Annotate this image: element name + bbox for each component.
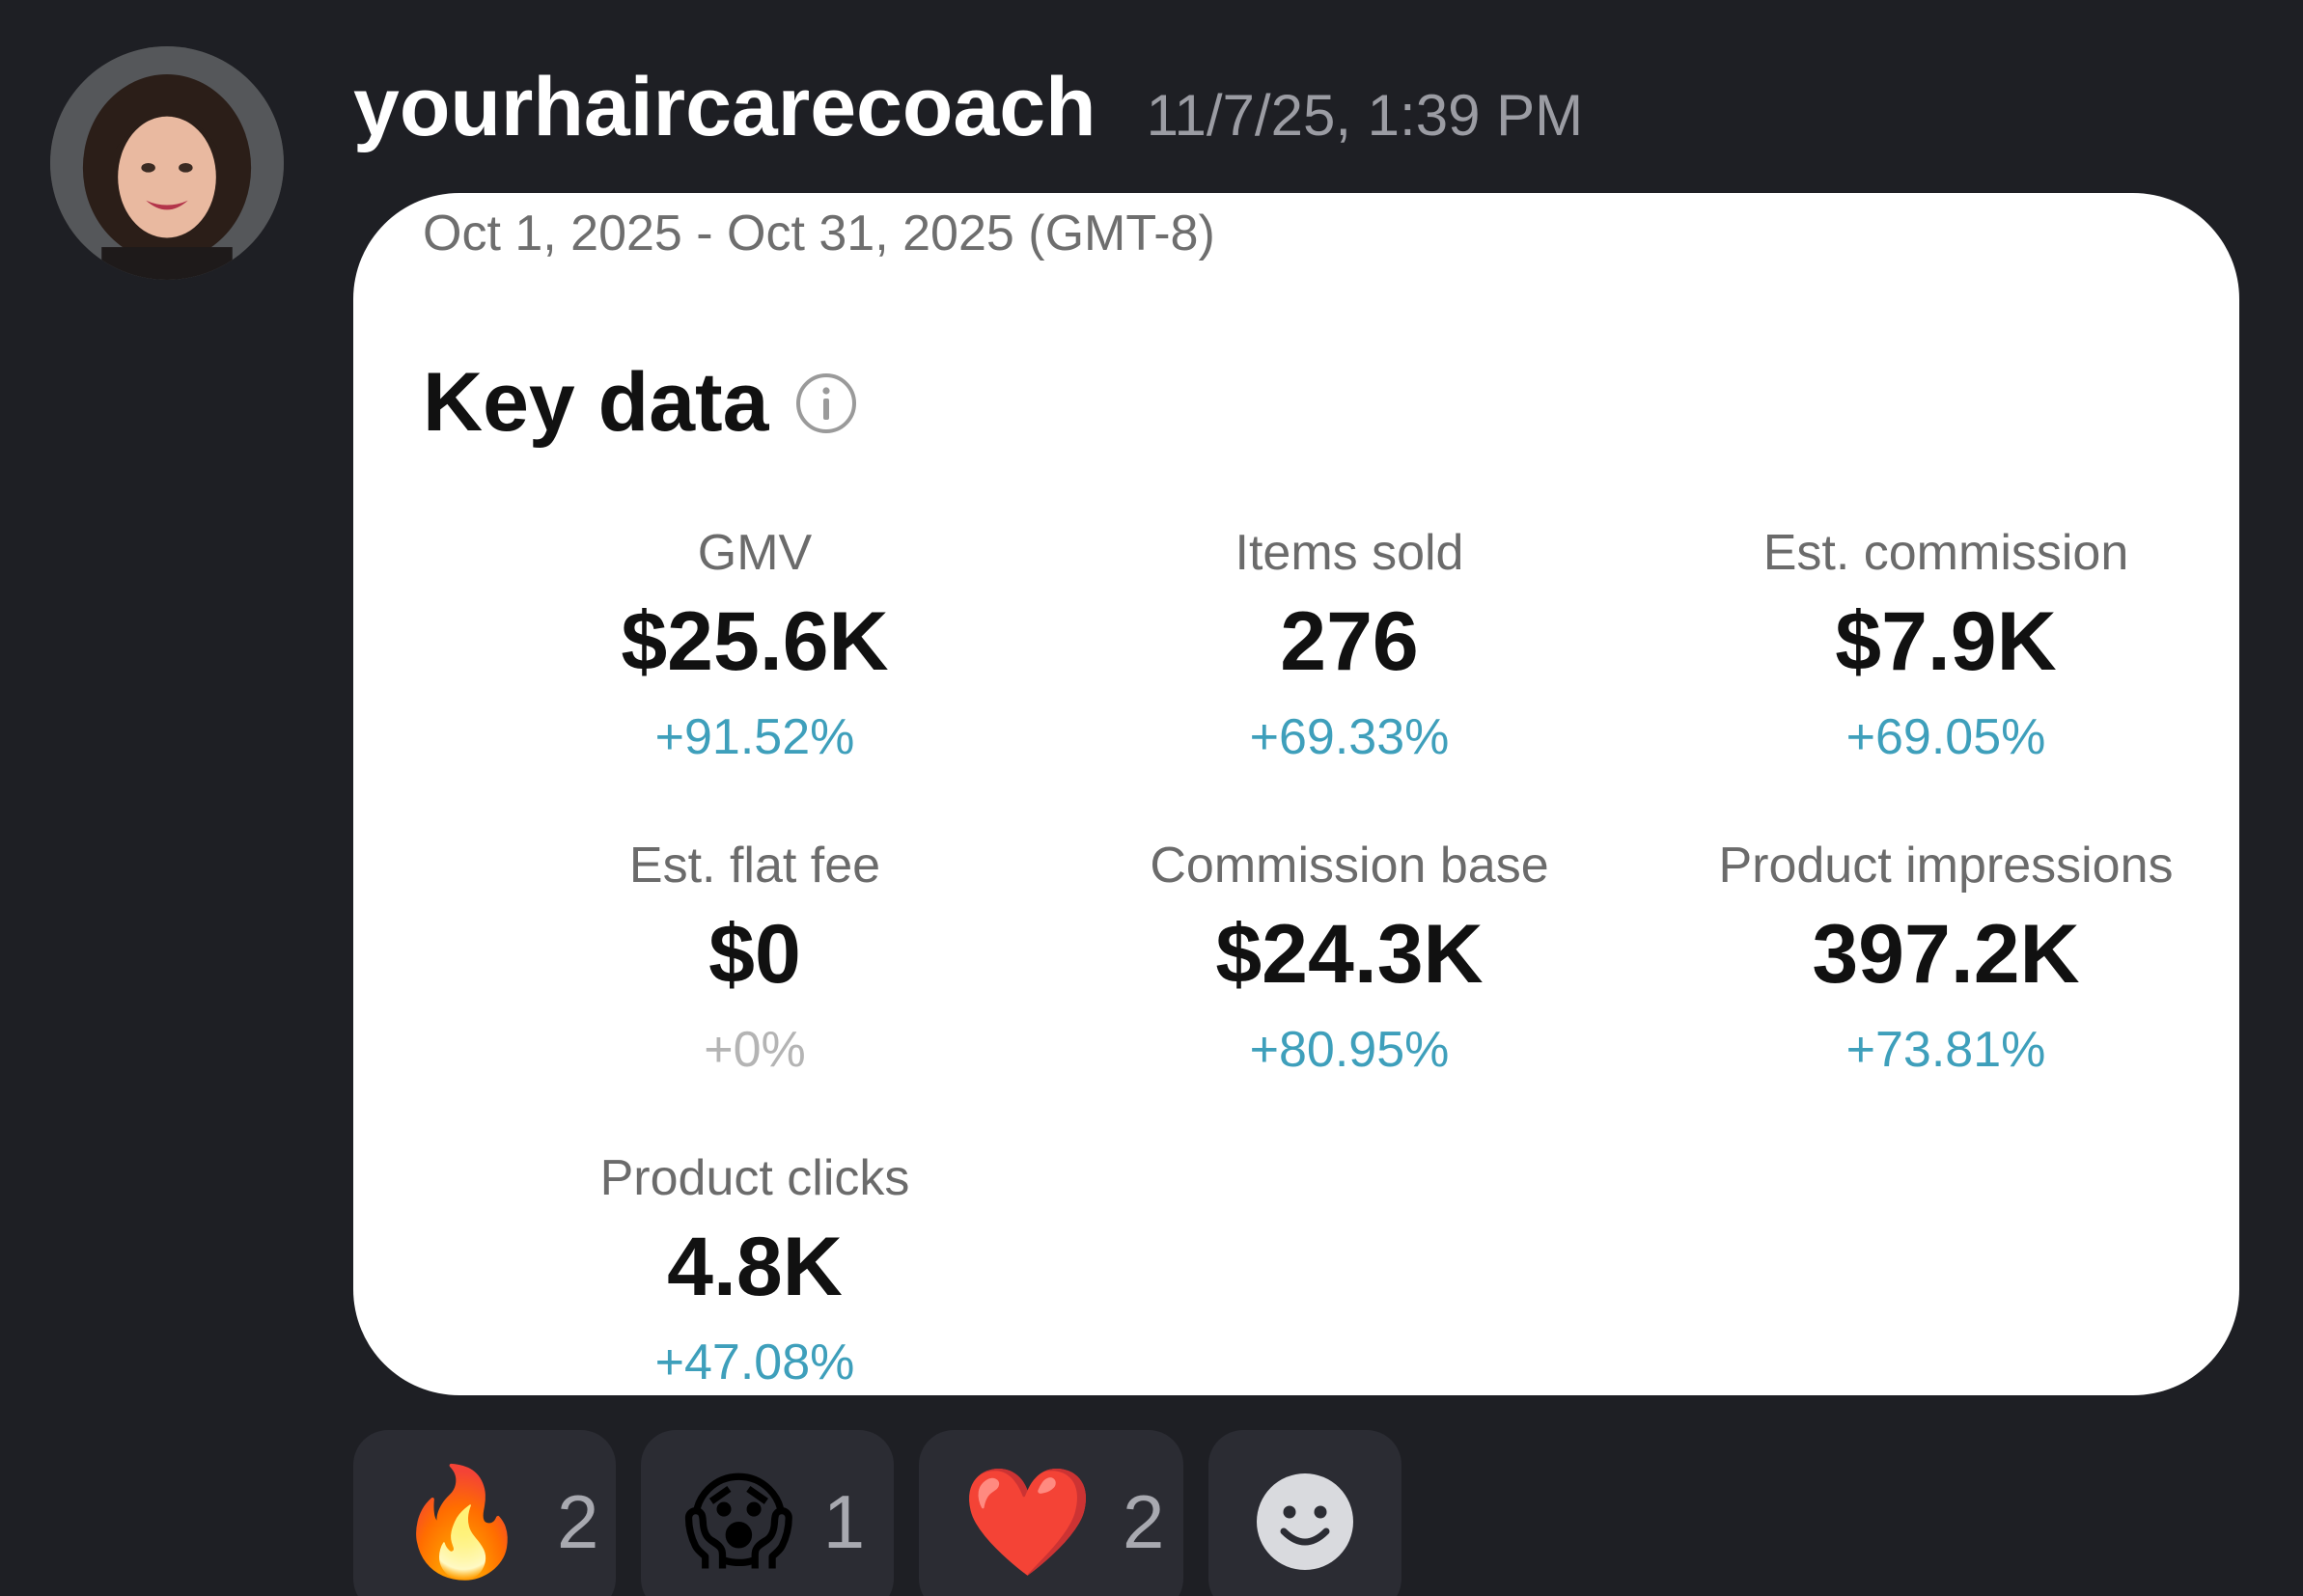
reaction-count: 2 — [556, 1478, 599, 1564]
metric-change: +73.81% — [1845, 1022, 2046, 1078]
metric-est-commission: Est. commission $7.9K +69.05% — [1647, 519, 2239, 776]
date-range: Oct 1, 2025 - Oct 31, 2025 (GMT-8) — [423, 206, 1215, 261]
metric-value: 276 — [1280, 595, 1419, 688]
heart-icon: ❤️ — [961, 1460, 1094, 1583]
info-icon[interactable] — [794, 371, 858, 435]
section-title: Key data — [423, 355, 858, 451]
metric-value: $25.6K — [621, 595, 889, 688]
reaction-bar: 🔥 2 😱 1 ❤️ 2 — [353, 1430, 1401, 1596]
smiley-icon — [1257, 1473, 1353, 1570]
metric-value: 4.8K — [667, 1221, 843, 1313]
metric-product-clicks: Product clicks 4.8K +47.08% — [456, 1144, 1054, 1395]
metric-label: GMV — [697, 525, 813, 581]
chat-message: yourhaircarecoach 11/7/25, 1:39 PM Oct 1… — [0, 0, 2303, 1596]
timestamp: 11/7/25, 1:39 PM — [1146, 83, 1584, 148]
metric-items-sold: Items sold 276 +69.33% — [1050, 519, 1649, 776]
add-reaction-button[interactable] — [1208, 1430, 1401, 1596]
user-avatar[interactable] — [50, 46, 284, 280]
metric-change: +80.95% — [1249, 1022, 1450, 1078]
metric-label: Items sold — [1235, 525, 1464, 581]
fire-icon: 🔥 — [396, 1460, 528, 1583]
metric-value: $24.3K — [1215, 908, 1484, 1001]
metric-value: 397.2K — [1812, 908, 2080, 1001]
metric-label: Est. commission — [1762, 525, 2129, 581]
username[interactable]: yourhaircarecoach — [353, 60, 1096, 155]
key-data-card[interactable]: Oct 1, 2025 - Oct 31, 2025 (GMT-8) Key d… — [353, 193, 2239, 1395]
metric-change: +47.08% — [654, 1335, 855, 1390]
metric-label: Product impressions — [1718, 838, 2174, 894]
message-header: yourhaircarecoach 11/7/25, 1:39 PM — [353, 60, 1583, 166]
metric-label: Commission base — [1150, 838, 1549, 894]
reaction-count: 1 — [822, 1478, 866, 1564]
metric-commission-base: Commission base $24.3K +80.95% — [1050, 832, 1649, 1088]
metric-change: +0% — [704, 1022, 806, 1078]
scream-icon: 😱 — [683, 1460, 794, 1583]
metric-value: $7.9K — [1835, 595, 2057, 688]
reaction-count: 2 — [1122, 1478, 1165, 1564]
metric-change: +69.33% — [1249, 709, 1450, 765]
metric-est-flat-fee: Est. flat fee $0 +0% — [456, 832, 1054, 1088]
reaction-heart[interactable]: ❤️ 2 — [919, 1430, 1183, 1596]
section-title-text: Key data — [423, 356, 769, 449]
metric-change: +91.52% — [654, 709, 855, 765]
reaction-scream[interactable]: 😱 1 — [641, 1430, 894, 1596]
metric-gmv: GMV $25.6K +91.52% — [456, 519, 1054, 776]
metric-value: $0 — [708, 908, 801, 1001]
metric-product-impressions: Product impressions 397.2K +73.81% — [1647, 832, 2239, 1088]
metric-change: +69.05% — [1845, 709, 2046, 765]
metric-label: Product clicks — [599, 1150, 910, 1206]
metric-label: Est. flat fee — [628, 838, 881, 894]
reaction-fire[interactable]: 🔥 2 — [353, 1430, 616, 1596]
avatar-image — [50, 46, 284, 280]
